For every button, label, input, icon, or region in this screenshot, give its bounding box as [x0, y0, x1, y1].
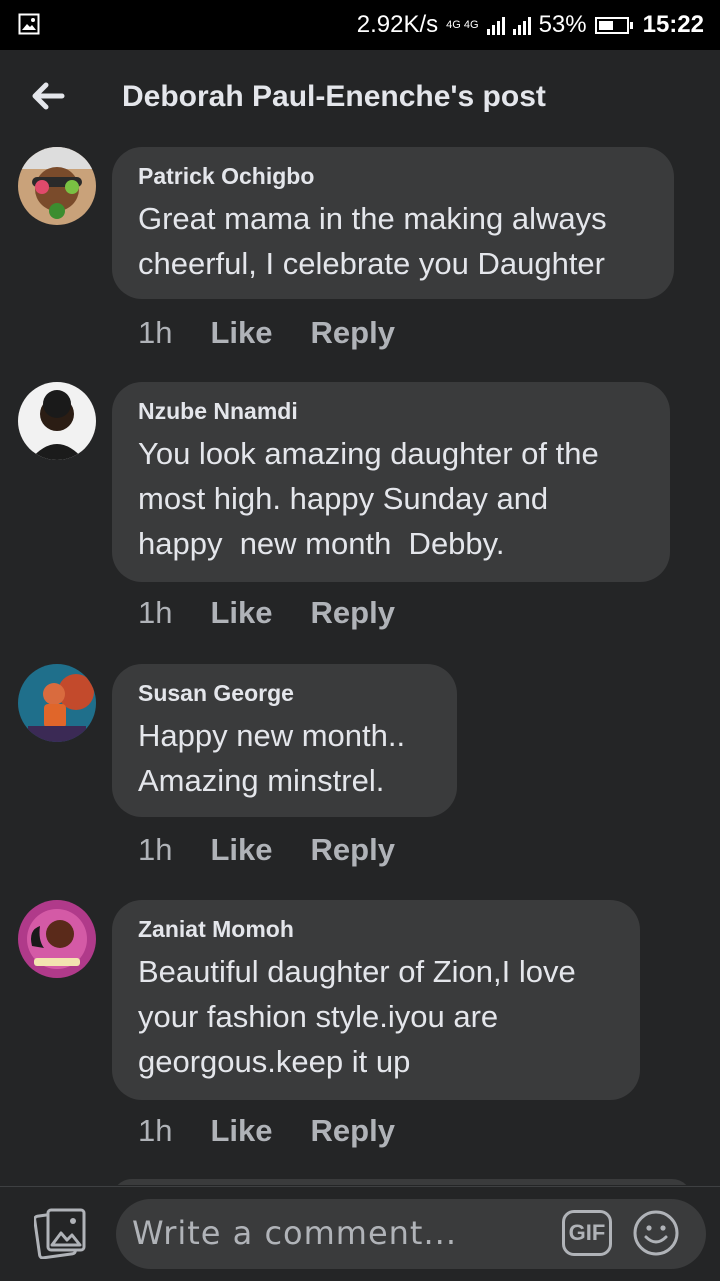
- status-bar: 2.92K/s 4G 4G 53% 15:22: [0, 0, 720, 50]
- comment-actions: 1h Like Reply: [138, 832, 395, 868]
- comment-text-line: Happy new month..: [138, 718, 406, 753]
- avatar[interactable]: [18, 900, 96, 978]
- comment-time: 1h: [138, 1113, 173, 1148]
- comment-list: Patrick Ochigbo Great mama in the making…: [0, 145, 720, 1185]
- reply-button[interactable]: Reply: [311, 595, 395, 631]
- reply-button[interactable]: Reply: [311, 832, 395, 868]
- clock: 15:22: [642, 11, 704, 38]
- network-speed: 2.92K/s: [356, 11, 439, 38]
- page-title: Deborah Paul-Enenche's post: [122, 80, 546, 113]
- comment-text-line: most high. happy Sunday and: [138, 481, 549, 516]
- signal-icon: [486, 15, 505, 35]
- avatar[interactable]: [18, 664, 96, 742]
- photo-icon[interactable]: [33, 1207, 88, 1260]
- comment-time: 1h: [138, 315, 173, 350]
- comment-text-line: Beautiful daughter of Zion,I love: [138, 954, 576, 989]
- comment-text-line: your fashion style.iyou are: [138, 999, 499, 1034]
- like-button[interactable]: Like: [210, 832, 272, 868]
- comment-bubble[interactable]: Zaniat Momoh Beautiful daughter of Zion,…: [112, 900, 640, 1100]
- comment-composer: Write a comment... GIF: [0, 1186, 720, 1281]
- network-type: 4G 4G: [446, 18, 479, 31]
- avatar[interactable]: [18, 382, 96, 460]
- emoji-icon[interactable]: [632, 1209, 680, 1257]
- reply-button[interactable]: Reply: [311, 1113, 395, 1149]
- comment-bubble[interactable]: Patrick Ochigbo Great mama in the making…: [112, 147, 674, 299]
- like-button[interactable]: Like: [210, 1113, 272, 1149]
- comment-text-line: Amazing minstrel.: [138, 763, 385, 798]
- comment-time: 1h: [138, 595, 173, 630]
- battery-icon: [594, 16, 633, 34]
- arrow-left-icon[interactable]: [28, 76, 68, 116]
- comment-bubble[interactable]: Susan George Happy new month.. Amazing m…: [112, 664, 457, 817]
- comment-actions: 1h Like Reply: [138, 315, 395, 351]
- comment-input[interactable]: Write a comment... GIF: [116, 1199, 706, 1269]
- gif-button[interactable]: GIF: [562, 1210, 612, 1256]
- comment-author[interactable]: Susan George: [138, 680, 431, 707]
- comment-actions: 1h Like Reply: [138, 1113, 395, 1149]
- comment-time: 1h: [138, 832, 173, 867]
- reply-button[interactable]: Reply: [311, 315, 395, 351]
- avatar[interactable]: [18, 147, 96, 225]
- battery-percent: 53%: [538, 11, 587, 38]
- comment-author[interactable]: Zaniat Momoh: [138, 916, 614, 943]
- post-header: Deborah Paul-Enenche's post: [0, 50, 720, 145]
- comment-actions: 1h Like Reply: [138, 595, 395, 631]
- comment-text-line: cheerful, I celebrate you Daughter: [138, 246, 605, 281]
- image-notification-icon: [18, 13, 40, 40]
- like-button[interactable]: Like: [210, 595, 272, 631]
- comment-text-line: You look amazing daughter of the: [138, 436, 599, 471]
- like-button[interactable]: Like: [210, 315, 272, 351]
- comment-author[interactable]: Patrick Ochigbo: [138, 163, 648, 190]
- comment-text-line: georgous.keep it up: [138, 1044, 411, 1079]
- comment-bubble-partial: [112, 1179, 692, 1185]
- comment-text-line: Great mama in the making always: [138, 201, 607, 236]
- comment-input-placeholder: Write a comment...: [132, 1214, 457, 1252]
- signal-icon-2: [512, 15, 531, 35]
- comment-text-line: happy new month Debby.: [138, 526, 505, 561]
- comment-bubble[interactable]: Nzube Nnamdi You look amazing daughter o…: [112, 382, 670, 582]
- comment-author[interactable]: Nzube Nnamdi: [138, 398, 644, 425]
